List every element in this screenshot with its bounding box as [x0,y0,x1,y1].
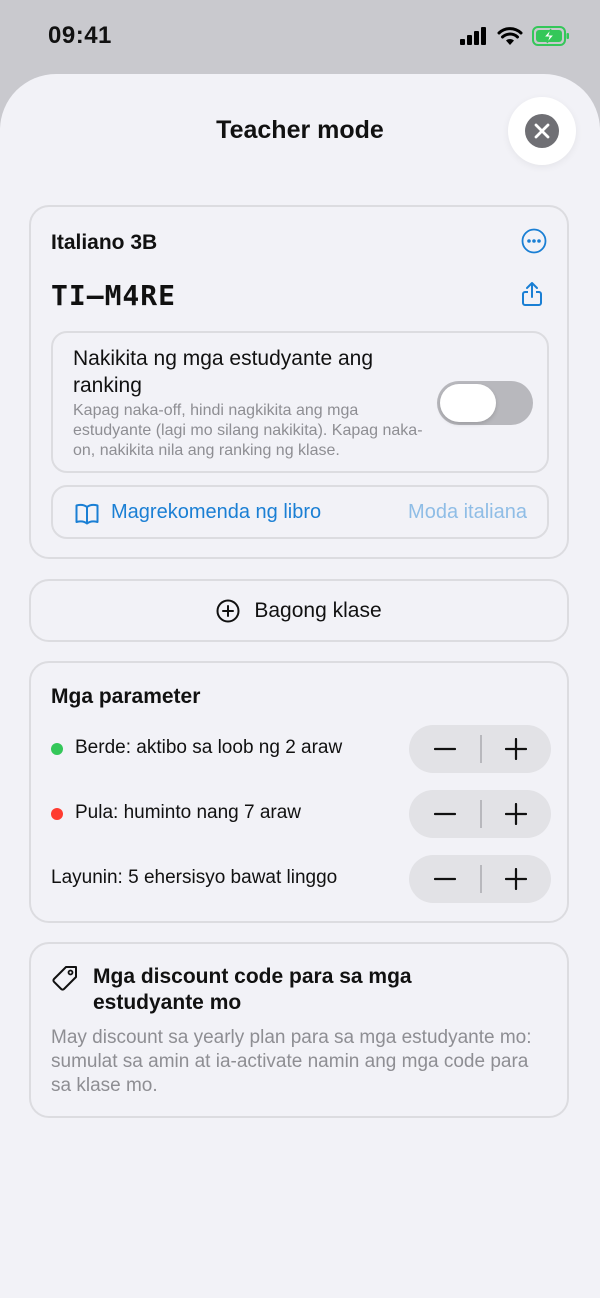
status-bar: 09:41 [0,0,600,74]
parameter-row-red: Pula: huminto nang 7 araw [51,790,551,838]
parameter-label: Layunin: 5 ehersisyo bawat linggo [51,867,338,888]
decrement-button[interactable] [409,855,480,903]
recommend-book-row[interactable]: Magrekomenda ng libro Moda italiana [51,485,549,539]
status-time: 09:41 [48,22,112,49]
minus-icon [433,877,456,881]
discount-description: May discount sa yearly plan para sa mga … [51,1027,532,1096]
book-icon [75,503,99,525]
increment-button[interactable] [480,790,551,838]
minus-icon [433,812,456,816]
parameter-label: Berde: aktibo sa loob ng 2 araw [75,737,343,758]
discount-card: Mga discount code para sa mga estudyante… [29,942,569,1118]
close-icon [525,114,559,148]
decrement-button[interactable] [409,725,480,773]
red-days-stepper [409,790,551,838]
plus-icon [504,803,527,825]
parameters-card: Mga parameter Berde: aktibo sa loob ng 2… [29,661,569,923]
toggle-knob [440,384,496,422]
close-button[interactable] [508,97,576,165]
tag-icon [52,966,77,991]
parameter-row-goal: Layunin: 5 ehersisyo bawat linggo [51,855,551,903]
minus-icon [433,747,456,751]
ranking-title: Nakikita ng mga estudyante ang ranking [73,347,374,397]
plus-icon [504,868,527,890]
class-name: Italiano 3B [51,231,158,254]
ranking-visibility-box: Nakikita ng mga estudyante ang ranking K… [51,331,549,473]
red-dot [51,808,63,820]
parameter-row-green: Berde: aktibo sa loob ng 2 araw [51,725,551,773]
wifi-icon [497,26,523,45]
recommended-book-value: Moda italiana [408,501,527,523]
weekly-goal-stepper [409,855,551,903]
plus-icon [504,738,527,760]
parameter-label: Pula: huminto nang 7 araw [75,802,302,823]
status-icons [460,26,570,46]
increment-button[interactable] [480,725,551,773]
discount-title: Mga discount code para sa mga estudyante… [93,965,412,1014]
share-icon[interactable] [521,281,543,307]
ranking-toggle[interactable] [437,381,533,425]
battery-charging-icon [532,26,569,46]
cellular-signal-icon [460,27,486,45]
more-options-icon[interactable] [521,228,547,254]
decrement-button[interactable] [409,790,480,838]
plus-circle-icon [216,599,240,622]
green-days-stepper [409,725,551,773]
teacher-mode-sheet: Teacher mode Italiano 3B TI–M4RE Nakikit… [0,74,600,1298]
recommend-book-label: Magrekomenda ng libro [111,501,322,523]
new-class-button[interactable]: Bagong klase [29,579,569,642]
ranking-description: Kapag naka-off, hindi nagkikita ang mga … [73,402,423,459]
new-class-label: Bagong klase [254,598,382,622]
increment-button[interactable] [480,855,551,903]
parameters-title: Mga parameter [51,685,201,708]
green-dot [51,743,63,755]
class-code: TI–M4RE [51,279,177,312]
class-card: Italiano 3B TI–M4RE Nakikita ng mga estu… [29,205,569,559]
